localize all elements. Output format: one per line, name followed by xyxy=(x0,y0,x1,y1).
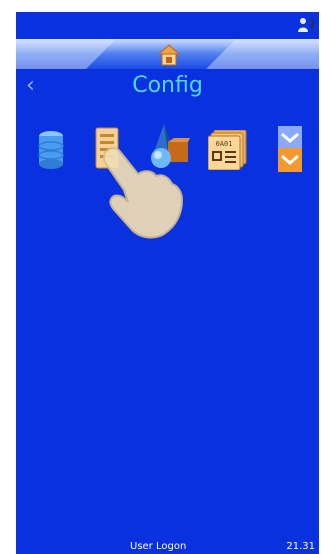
user-music-button[interactable] xyxy=(297,16,315,34)
database-icon xyxy=(38,131,64,169)
clock: 21.31 xyxy=(286,541,315,552)
user-music-icon xyxy=(298,18,314,32)
barcode-labels-button[interactable]: 0A01 xyxy=(207,129,248,171)
database-button[interactable] xyxy=(38,130,64,170)
page-title: Config xyxy=(132,73,203,98)
user-logon-link[interactable]: User Logon xyxy=(130,540,186,554)
pointing-hand-icon xyxy=(102,146,184,239)
header: ‹ Config xyxy=(16,12,319,122)
scroll-down-icon xyxy=(278,126,302,172)
scroll-down-button[interactable] xyxy=(278,126,302,172)
barcode-labels-icon: 0A01 xyxy=(207,129,247,171)
barcode-label-text: 0A01 xyxy=(216,140,233,148)
home-button[interactable] xyxy=(157,44,181,68)
home-icon xyxy=(157,44,181,66)
screen: ‹ Config 0A01 User Logon 21.31 xyxy=(16,12,319,554)
status-bar: User Logon 21.31 xyxy=(16,540,319,554)
